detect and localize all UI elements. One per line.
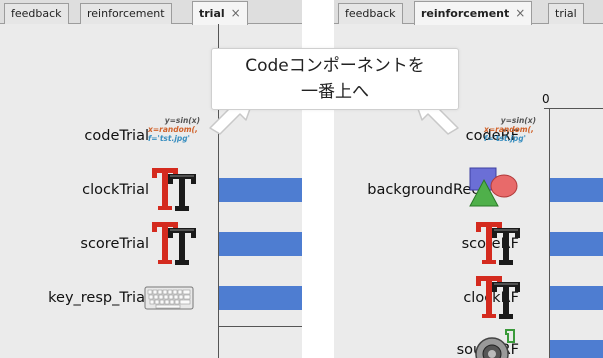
component-label-codeTrial[interactable]: codeTrial: [84, 128, 149, 144]
code-line-2: x=random(,: [484, 125, 534, 134]
annotation-callout: Codeコンポーネントを 一番上へ: [211, 48, 459, 110]
close-icon[interactable]: ×: [515, 6, 525, 20]
code-icon[interactable]: y=sin(x) x=random(, f='tst.jpg': [484, 116, 536, 154]
routine-tab-bar: feedback reinforcement trial ×: [0, 0, 302, 25]
timeline-zero-label: 0: [542, 92, 550, 106]
component-label-scoreTrial[interactable]: scoreTrial: [80, 236, 149, 252]
keyboard-icon[interactable]: [144, 285, 194, 311]
timeline-bar-clockRF[interactable]: [550, 286, 603, 310]
code-line-2: x=random(,: [148, 125, 198, 134]
text-tt-icon[interactable]: [474, 274, 524, 320]
timeline-bar-scoreTrial[interactable]: [219, 232, 302, 256]
text-tt-icon[interactable]: [150, 166, 200, 212]
timeline-bar-scoreRF[interactable]: [550, 232, 603, 256]
routine-tab-bar: feedback reinforcement × trial: [334, 0, 603, 25]
tab-reinforcement-label: reinforcement: [421, 7, 510, 20]
tab-trial[interactable]: trial ×: [192, 1, 248, 25]
text-tt-icon[interactable]: [150, 220, 200, 266]
shapes-icon[interactable]: [466, 166, 520, 210]
close-icon[interactable]: ×: [231, 6, 241, 20]
timeline-baseline: [218, 326, 302, 327]
timeline-bar-clockTrial[interactable]: [219, 178, 302, 202]
speaker-icon[interactable]: [472, 326, 520, 358]
code-icon[interactable]: y=sin(x) x=random(, f='tst.jpg': [148, 116, 200, 154]
tab-reinforcement[interactable]: reinforcement: [80, 3, 172, 24]
component-label-key_resp_Trial[interactable]: key_resp_Trial: [48, 290, 149, 306]
text-tt-icon[interactable]: [474, 220, 524, 266]
timeline-top-tick: [544, 108, 603, 109]
timeline-bar-backgroundRect[interactable]: [550, 178, 603, 202]
component-label-clockTrial[interactable]: clockTrial: [82, 182, 149, 198]
code-line-1: y=sin(x): [164, 116, 200, 125]
tab-trial[interactable]: trial: [548, 3, 584, 24]
code-line-3: f='tst.jpg': [484, 134, 526, 143]
code-line-3: f='tst.jpg': [148, 134, 190, 143]
tab-feedback[interactable]: feedback: [338, 3, 403, 24]
timeline-bar-soundRF[interactable]: [550, 340, 603, 358]
code-line-1: y=sin(x): [500, 116, 536, 125]
tab-reinforcement[interactable]: reinforcement ×: [414, 1, 533, 25]
tab-trial-label: trial: [199, 7, 225, 20]
callout-line-2: 一番上へ: [301, 82, 369, 102]
timeline-bar-key_resp_Trial[interactable]: [219, 286, 302, 310]
tab-feedback[interactable]: feedback: [4, 3, 69, 24]
callout-line-1: Codeコンポーネントを: [245, 56, 425, 76]
